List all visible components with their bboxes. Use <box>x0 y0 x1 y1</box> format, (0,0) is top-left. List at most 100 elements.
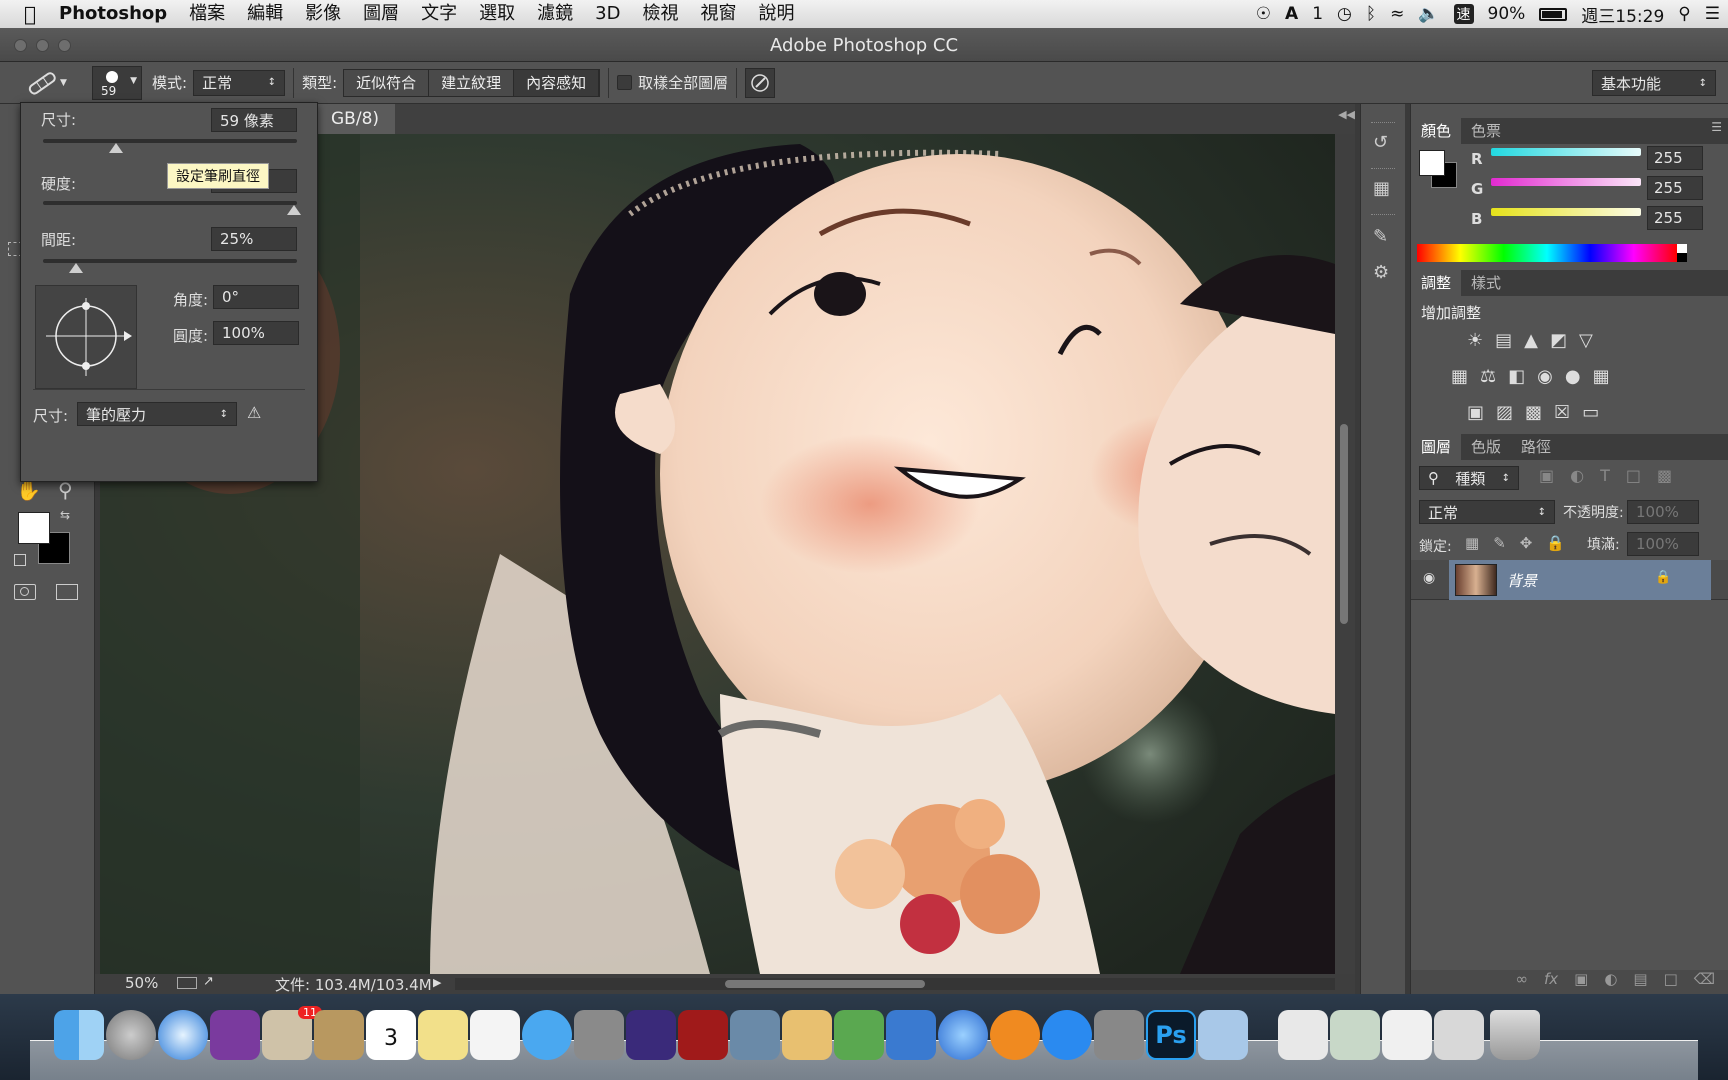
panel-menu-icon[interactable]: ☰ <box>1711 120 1722 134</box>
spacing-field[interactable]: 25% <box>211 227 297 251</box>
scrollbar-thumb[interactable] <box>1340 424 1348 624</box>
layer-name[interactable]: 背景 <box>1507 570 1537 591</box>
menu-filter[interactable]: 濾鏡 <box>526 0 584 28</box>
photo-booth-icon[interactable] <box>678 1010 728 1060</box>
menu-type[interactable]: 文字 <box>410 0 468 28</box>
shape-filter-icon[interactable]: □ <box>1626 466 1641 485</box>
spotlight-icon[interactable]: ⚲ <box>1678 4 1690 24</box>
r-value[interactable]: 255 <box>1647 146 1703 170</box>
contacts-icon[interactable] <box>314 1010 364 1060</box>
system-preferences-icon[interactable] <box>1094 1010 1144 1060</box>
preview-icon[interactable] <box>1198 1010 1248 1060</box>
imovie-icon[interactable] <box>626 1010 676 1060</box>
document-tab[interactable]: GB/8) <box>315 104 395 134</box>
trash-icon[interactable]: ⌫ <box>1694 970 1715 994</box>
notes-icon[interactable] <box>418 1010 468 1060</box>
zoom-level[interactable]: 50% <box>125 974 158 992</box>
photoshop-icon[interactable]: Ps <box>1146 1010 1196 1060</box>
levels-icon[interactable]: ▤ <box>1495 330 1512 351</box>
brightness-icon[interactable]: ☀ <box>1467 330 1483 351</box>
facetime-icon[interactable] <box>574 1010 624 1060</box>
scrollbar-thumb[interactable] <box>725 980 925 988</box>
vibrance-icon[interactable]: ▽ <box>1579 330 1593 351</box>
iphoto-icon[interactable] <box>730 1010 780 1060</box>
bw-swatch[interactable] <box>1677 244 1687 262</box>
menu-view[interactable]: 檢視 <box>631 0 689 28</box>
launchpad-icon[interactable] <box>106 1010 156 1060</box>
pressure-select[interactable]: 筆的壓力 ↕ <box>77 402 237 426</box>
menu-window[interactable]: 視窗 <box>689 0 747 28</box>
add-mask-icon[interactable]: ▣ <box>1574 970 1588 994</box>
reminders-icon[interactable] <box>470 1010 520 1060</box>
itunes-icon[interactable] <box>938 1010 988 1060</box>
channel-mixer-icon[interactable]: ● <box>1565 366 1581 387</box>
exposure-icon[interactable]: ◩ <box>1550 330 1567 351</box>
pressure-size-button[interactable] <box>745 68 775 98</box>
volume-icon[interactable]: 🔈 <box>1418 4 1439 24</box>
proof-icon[interactable] <box>177 977 197 989</box>
b-value[interactable]: 255 <box>1647 206 1703 230</box>
apple-icon[interactable]:  <box>0 0 47 28</box>
menu-edit[interactable]: 編輯 <box>236 0 294 28</box>
input-method-icon[interactable]: 速 <box>1454 4 1474 24</box>
lock-pixels-icon[interactable]: ✎ <box>1493 534 1506 552</box>
collapse-panels-icon[interactable]: ◀◀ <box>1338 108 1355 121</box>
screen-mode-icon[interactable] <box>56 584 78 600</box>
size-slider-thumb[interactable] <box>109 143 123 153</box>
link-layers-icon[interactable]: ∞ <box>1515 970 1528 994</box>
invert-icon[interactable]: ▣ <box>1467 402 1484 423</box>
pages-icon[interactable] <box>782 1010 832 1060</box>
black-white-icon[interactable]: ◧ <box>1508 366 1525 387</box>
content-aware-option[interactable]: 內容感知 <box>514 70 599 96</box>
horizontal-scrollbar[interactable] <box>455 978 1335 990</box>
swap-colors-icon[interactable]: ⇆ <box>60 508 70 522</box>
proximity-match-option[interactable]: 近似符合 <box>344 70 429 96</box>
menu-file[interactable]: 檔案 <box>178 0 236 28</box>
tab-paths[interactable]: 路徑 <box>1511 434 1561 460</box>
gradient-map-icon[interactable]: ▭ <box>1582 402 1599 423</box>
quick-mask-icon[interactable] <box>14 584 36 600</box>
workspace-switcher[interactable]: 基本功能 ↕ <box>1592 70 1716 96</box>
tool-preset-picker[interactable]: ▼ <box>24 68 74 98</box>
selective-color-icon[interactable]: ☒ <box>1554 402 1570 423</box>
tab-layers[interactable]: 圖層 <box>1411 434 1461 460</box>
screenshots-stack-icon[interactable] <box>1434 1010 1484 1060</box>
photo-filter-icon[interactable]: ◉ <box>1537 366 1553 387</box>
clock[interactable]: 週三15:29 <box>1581 2 1664 27</box>
ibooks-icon[interactable] <box>990 1010 1040 1060</box>
hardness-slider[interactable] <box>43 201 297 205</box>
menu-help[interactable]: 說明 <box>747 0 805 28</box>
posterize-icon[interactable]: ▨ <box>1496 402 1513 423</box>
status-menu-arrow-icon[interactable]: ▶ <box>433 976 441 989</box>
new-group-icon[interactable]: ▤ <box>1633 970 1647 994</box>
applications-stack-icon[interactable] <box>1382 1010 1432 1060</box>
color-spectrum[interactable] <box>1417 244 1677 262</box>
color-lookup-icon[interactable]: ▦ <box>1593 366 1610 387</box>
brush-presets-icon[interactable]: ⚙ <box>1373 262 1389 283</box>
calendar-icon[interactable]: 3 <box>366 1010 416 1060</box>
battery-icon[interactable] <box>1539 8 1567 21</box>
time-machine-icon[interactable]: ◷ <box>1337 4 1352 24</box>
creative-cloud-icon[interactable]: ☉ <box>1256 4 1271 24</box>
tab-color[interactable]: 顏色 <box>1411 118 1461 144</box>
tab-swatches[interactable]: 色票 <box>1461 118 1511 144</box>
3d-icon[interactable]: ▦ <box>1373 178 1390 199</box>
wifi-icon[interactable]: ≈ <box>1390 4 1404 24</box>
messages-icon[interactable] <box>522 1010 572 1060</box>
create-texture-option[interactable]: 建立紋理 <box>429 70 514 96</box>
tab-channels[interactable]: 色版 <box>1461 434 1511 460</box>
roundness-field[interactable]: 100% <box>213 321 299 345</box>
notification-center-icon[interactable]: ☰ <box>1705 4 1720 24</box>
onenote-icon[interactable] <box>210 1010 260 1060</box>
lock-transparent-icon[interactable]: ▦ <box>1465 534 1479 552</box>
downloads-stack-icon[interactable] <box>1278 1010 1328 1060</box>
type-filter-icon[interactable]: T <box>1600 466 1610 485</box>
hue-saturation-icon[interactable]: ▦ <box>1451 366 1468 387</box>
adjustment-filter-icon[interactable]: ◐ <box>1570 466 1584 485</box>
new-layer-icon[interactable]: □ <box>1664 970 1678 994</box>
spacing-slider-thumb[interactable] <box>69 263 83 273</box>
menu-image[interactable]: 影像 <box>294 0 352 28</box>
new-adjustment-icon[interactable]: ◐ <box>1604 970 1617 994</box>
fill-field[interactable]: 100% <box>1627 532 1699 556</box>
menu-select[interactable]: 選取 <box>468 0 526 28</box>
